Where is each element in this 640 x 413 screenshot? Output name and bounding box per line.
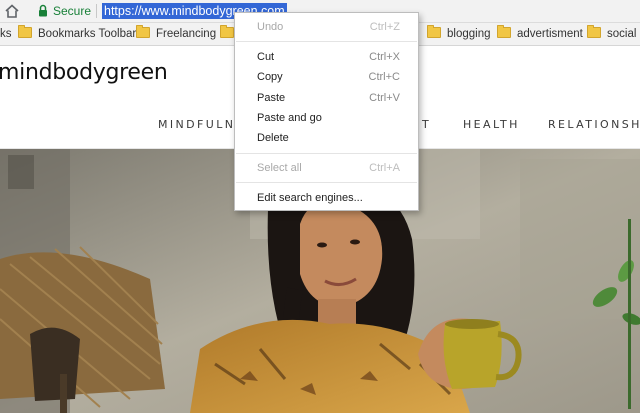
bookmark-folder-social[interactable]: social bbox=[587, 25, 637, 41]
menu-item-label: Cut bbox=[257, 51, 275, 63]
folder-icon bbox=[587, 25, 601, 38]
menu-item-edit-search-engines[interactable]: Edit search engines... bbox=[235, 189, 418, 207]
nav-relationships[interactable]: RELATIONSHIP bbox=[548, 118, 640, 131]
bookmark-label: blogging bbox=[447, 28, 491, 40]
context-menu: Undo Ctrl+Z Cut Ctrl+X Copy Ctrl+C Paste… bbox=[234, 12, 419, 211]
nav-health[interactable]: HEALTH bbox=[463, 118, 520, 131]
folder-icon bbox=[18, 25, 32, 38]
menu-item-label: Paste bbox=[257, 92, 286, 104]
folder-icon bbox=[427, 25, 441, 38]
folder-icon bbox=[497, 25, 511, 38]
home-icon[interactable] bbox=[4, 3, 20, 19]
menu-item-label: Select all bbox=[257, 162, 302, 174]
bookmark-folder-bookmarks-toolbar[interactable]: Bookmarks Toolbar bbox=[18, 25, 137, 41]
menu-separator bbox=[236, 153, 417, 154]
menu-item-delete[interactable]: Delete bbox=[235, 129, 418, 147]
bookmark-label: social bbox=[607, 28, 637, 40]
nav-mindfulness[interactable]: MINDFULNE bbox=[158, 118, 245, 131]
menu-item-undo[interactable]: Undo Ctrl+Z bbox=[235, 18, 418, 36]
menu-item-cut[interactable]: Cut Ctrl+X bbox=[235, 48, 418, 66]
bookmark-folder-advertisment[interactable]: advertisment bbox=[497, 25, 583, 41]
folder-icon bbox=[220, 25, 234, 38]
menu-item-label: Delete bbox=[257, 132, 289, 144]
menu-item-copy[interactable]: Copy Ctrl+C bbox=[235, 68, 418, 86]
menu-item-select-all[interactable]: Select all Ctrl+A bbox=[235, 159, 418, 177]
bookmark-item-ks[interactable]: ks bbox=[0, 27, 12, 41]
folder-icon bbox=[136, 25, 150, 38]
bookmark-folder-blogging[interactable]: blogging bbox=[427, 25, 491, 41]
bookmark-folder-freelancing[interactable]: Freelancing bbox=[136, 25, 217, 41]
bookmark-label: Freelancing bbox=[156, 28, 217, 40]
menu-item-paste[interactable]: Paste Ctrl+V bbox=[235, 89, 418, 107]
menu-item-label: Undo bbox=[257, 21, 284, 33]
menu-item-shortcut: Ctrl+X bbox=[369, 51, 400, 63]
menu-item-paste-and-go[interactable]: Paste and go bbox=[235, 109, 418, 127]
menu-item-shortcut: Ctrl+C bbox=[368, 71, 400, 83]
menu-item-label: Paste and go bbox=[257, 112, 322, 124]
menu-separator bbox=[236, 41, 417, 42]
menu-separator bbox=[236, 182, 417, 183]
site-logo[interactable]: mindbodygreen bbox=[0, 60, 168, 85]
menu-item-shortcut: Ctrl+A bbox=[369, 162, 400, 174]
bookmark-label: advertisment bbox=[517, 28, 583, 40]
nav-partial-item[interactable]: T bbox=[422, 118, 431, 131]
menu-item-label: Edit search engines... bbox=[257, 192, 363, 204]
url-separator bbox=[96, 4, 97, 18]
menu-item-shortcut: Ctrl+V bbox=[369, 92, 400, 104]
menu-item-label: Copy bbox=[257, 71, 283, 83]
secure-label[interactable]: Secure bbox=[53, 4, 91, 18]
lock-icon[interactable] bbox=[38, 4, 48, 17]
menu-item-shortcut: Ctrl+Z bbox=[369, 21, 400, 33]
bookmark-label: ks bbox=[0, 28, 12, 40]
bookmark-label: Bookmarks Toolbar bbox=[38, 28, 137, 40]
